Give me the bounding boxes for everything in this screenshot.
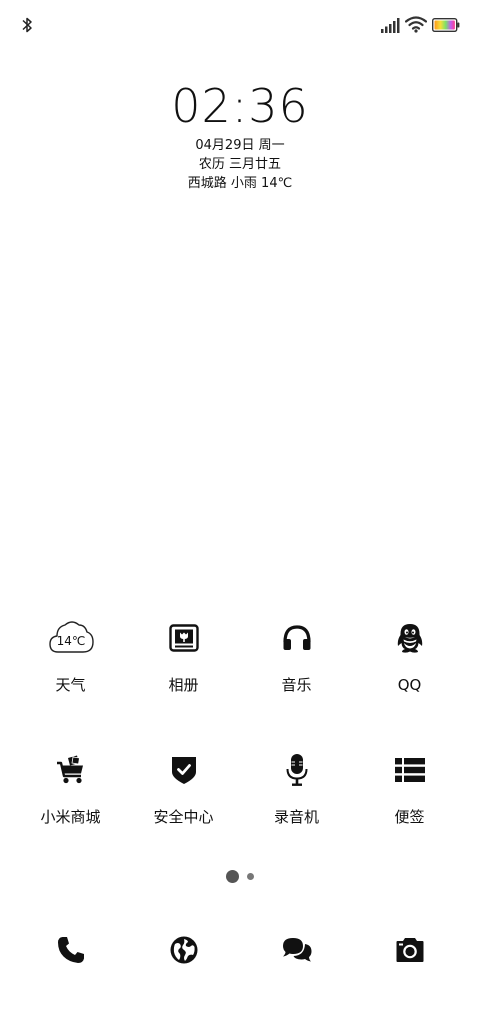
app-weather[interactable]: 14℃ 天气 <box>14 614 127 694</box>
dock-camera[interactable] <box>353 930 466 970</box>
app-label: QQ <box>397 676 422 694</box>
cloud-weather-icon: 14℃ <box>47 614 95 662</box>
app-recorder[interactable]: 录音机 <box>240 746 353 826</box>
battery-icon <box>432 18 460 32</box>
app-notes[interactable]: 便签 <box>353 746 466 826</box>
shopping-cart-icon <box>47 746 95 794</box>
weather-icon-temp: 14℃ <box>56 634 85 648</box>
clock-time[interactable]: 02:36 <box>0 78 480 134</box>
globe-browser-icon <box>170 936 197 964</box>
app-music[interactable]: 音乐 <box>240 614 353 694</box>
app-label: 小米商城 <box>40 808 101 826</box>
shield-check-icon <box>160 746 208 794</box>
gallery-icon <box>160 614 208 662</box>
bluetooth-icon <box>22 17 32 33</box>
app-label: 安全中心 <box>153 808 214 826</box>
dock-phone[interactable] <box>14 930 127 970</box>
app-security-center[interactable]: 安全中心 <box>127 746 240 826</box>
list-notes-icon <box>386 746 434 794</box>
dock-browser[interactable] <box>127 930 240 970</box>
headphones-icon <box>273 614 321 662</box>
app-label: 便签 <box>394 808 425 826</box>
signal-icon <box>381 18 400 33</box>
app-mi-store[interactable]: 小米商城 <box>14 746 127 826</box>
penguin-icon <box>386 614 434 662</box>
app-label: 相册 <box>168 676 199 694</box>
clock-weather[interactable]: 西城路 小雨 14℃ <box>0 175 480 193</box>
app-label: 天气 <box>55 676 86 694</box>
status-bar <box>0 0 480 50</box>
page-dot[interactable] <box>247 872 254 880</box>
dock-messages[interactable] <box>240 930 353 970</box>
app-gallery[interactable]: 相册 <box>127 614 240 694</box>
app-label: 录音机 <box>273 808 319 826</box>
page-dot-active[interactable] <box>226 869 239 883</box>
phone-icon <box>57 937 84 963</box>
wifi-icon <box>405 16 427 33</box>
microphone-icon <box>273 746 321 794</box>
page-indicator[interactable] <box>0 867 480 885</box>
app-label: 音乐 <box>281 676 312 694</box>
clock-date[interactable]: 04月29日 周一 <box>0 137 480 155</box>
clock-lunar-date: 农历 三月廿五 <box>198 157 282 172</box>
app-qq[interactable]: QQ <box>353 614 466 694</box>
camera-icon <box>396 938 423 962</box>
chat-bubbles-icon <box>282 938 311 962</box>
